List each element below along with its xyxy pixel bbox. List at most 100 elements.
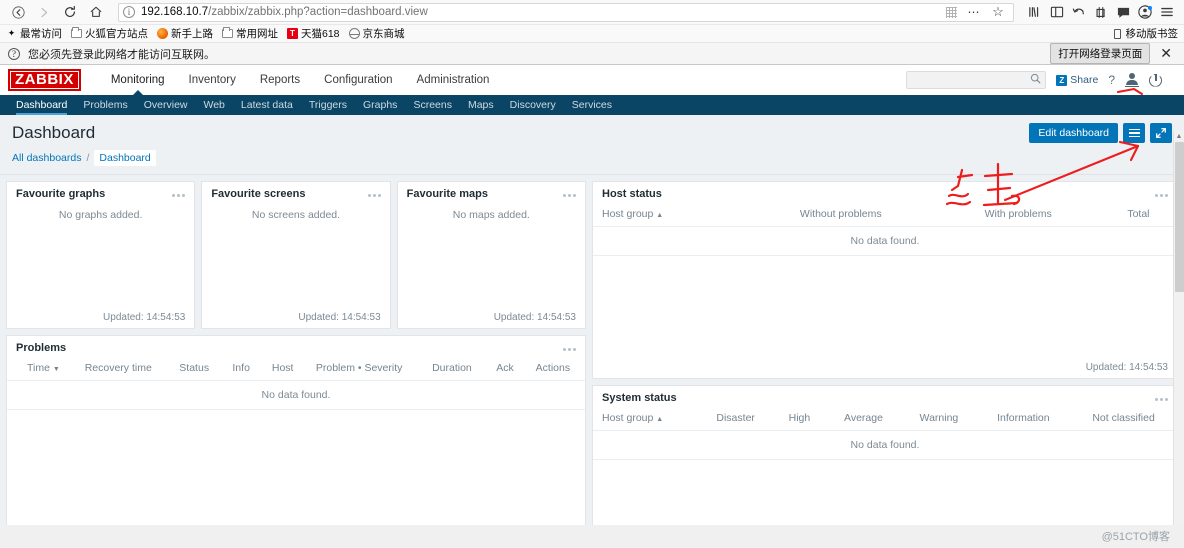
share-label: Share [1070,74,1099,86]
col-problem-severity[interactable]: Problem • Severity [306,359,424,381]
widget-menu-icon[interactable] [563,345,576,351]
zabbix-sub-nav: Dashboard Problems Overview Web Latest d… [0,95,1184,115]
page-scrollbar[interactable]: ▲ [1173,131,1184,525]
home-icon[interactable] [84,2,108,22]
back-icon[interactable] [6,2,30,22]
bookmark-item[interactable]: 火狐官方站点 [71,26,148,41]
col-actions[interactable]: Actions [526,359,585,381]
nav-monitoring[interactable]: Monitoring [99,65,177,95]
nav-administration[interactable]: Administration [405,65,502,95]
dashboard-menu-button[interactable] [1123,123,1145,143]
edit-dashboard-button[interactable]: Edit dashboard [1029,123,1118,143]
subnav-discovery[interactable]: Discovery [502,95,564,115]
col-total[interactable]: Total [1099,205,1177,227]
col-info[interactable]: Info [223,359,263,381]
nav-configuration[interactable]: Configuration [312,65,404,95]
breadcrumb-all-dashboards[interactable]: All dashboards [12,152,81,164]
nav-inventory[interactable]: Inventory [177,65,248,95]
col-information[interactable]: Information [976,409,1071,431]
table-header-row: Host group ▲ Disaster High Average Warni… [593,409,1177,431]
widget-menu-icon[interactable] [367,191,381,197]
table-header-row: Host group ▲ Without problems With probl… [593,205,1177,227]
undo-icon[interactable] [1068,2,1090,22]
col-host[interactable]: Host [262,359,307,381]
col-time[interactable]: Time ▼ [7,359,76,381]
power-signout-icon[interactable] [1149,73,1162,87]
widget-title: Favourite screens [211,188,306,200]
subnav-screens[interactable]: Screens [405,95,460,115]
col-ack[interactable]: Ack [487,359,527,381]
mobile-bookmarks-item[interactable]: 移动版书签 [1112,26,1178,41]
subnav-maps[interactable]: Maps [460,95,502,115]
col-not-classified[interactable]: Not classified [1070,409,1177,431]
chat-icon[interactable] [1112,2,1134,22]
col-host-group[interactable]: Host group ▲ [593,205,746,227]
sidebar-icon[interactable] [1046,2,1068,22]
widget-menu-icon[interactable] [1155,395,1168,401]
bookmark-item[interactable]: ✦ 最常访问 [6,26,62,41]
col-host-group[interactable]: Host group ▲ [593,409,699,431]
menu-icon[interactable] [1156,2,1178,22]
widget-menu-icon[interactable] [172,191,186,197]
scrollbar-thumb[interactable] [1175,142,1184,292]
widget-header: Favourite maps [398,182,585,205]
col-disaster[interactable]: Disaster [698,409,774,431]
url-bar[interactable]: i 192.168.10.7/zabbix/zabbix.php?action=… [118,2,1014,22]
subnav-latest-data[interactable]: Latest data [233,95,301,115]
page-info-icon[interactable]: i [123,6,135,18]
close-icon[interactable]: ✕ [1160,45,1176,62]
col-high[interactable]: High [773,409,826,431]
subnav-problems[interactable]: Problems [75,95,135,115]
search-box[interactable] [906,71,1047,89]
share-button[interactable]: Z Share [1056,74,1098,86]
page-actions-icon[interactable]: ⋯ [963,2,985,22]
widget-menu-icon[interactable] [1155,191,1168,197]
subnav-graphs[interactable]: Graphs [355,95,405,115]
col-recovery-time[interactable]: Recovery time [75,359,171,381]
folder-icon [222,27,233,39]
reader-grid-icon[interactable] [946,6,957,18]
col-warning[interactable]: Warning [901,409,977,431]
url-host: 192.168.10.7 [141,6,209,18]
widget-header: Host status [593,182,1177,205]
sort-caret-icon: ▲ [656,212,664,219]
search-input[interactable] [911,74,1031,86]
watermark: @51CTO博客 [1101,531,1170,543]
subnav-overview[interactable]: Overview [136,95,196,115]
bookmark-item[interactable]: 新手上路 [157,26,213,41]
subnav-services[interactable]: Services [564,95,620,115]
help-button[interactable]: ? [1108,73,1115,87]
url-bar-actions: ⋯ ☆ [946,2,1009,22]
open-network-login-button[interactable]: 打开网络登录页面 [1050,43,1151,64]
account-icon[interactable] [1134,2,1156,22]
scrollbar-up-arrow[interactable]: ▲ [1174,131,1184,142]
zabbix-logo[interactable]: ZABBIX [8,69,81,91]
reload-icon[interactable] [58,2,82,22]
star-icon[interactable]: ☆ [987,2,1009,22]
user-profile-icon[interactable] [1125,73,1139,87]
widget-menu-icon[interactable] [562,191,576,197]
subnav-web[interactable]: Web [196,95,233,115]
col-duration[interactable]: Duration [423,359,488,381]
subnav-dashboard[interactable]: Dashboard [8,95,75,115]
screenshot-icon[interactable] [1090,2,1112,22]
nav-reports[interactable]: Reports [248,65,312,95]
subnav-triggers[interactable]: Triggers [301,95,355,115]
share-badge-icon: Z [1056,74,1068,86]
bookmark-item[interactable]: T 天猫618 [287,26,340,41]
page-header-actions: Edit dashboard [1029,123,1172,143]
col-average[interactable]: Average [825,409,902,431]
page-title: Dashboard [12,123,96,142]
col-with-problems[interactable]: With problems [936,205,1100,227]
col-status[interactable]: Status [170,359,224,381]
breadcrumb-current[interactable]: Dashboard [94,150,156,166]
search-icon[interactable] [1030,73,1041,87]
firefox-icon [157,28,168,39]
col-without-problems[interactable]: Without problems [745,205,937,227]
fullscreen-button[interactable] [1150,123,1172,143]
bookmark-item[interactable]: 京东商城 [348,26,405,41]
bookmark-item[interactable]: 常用网址 [222,26,278,41]
bookmark-label: 最常访问 [20,28,62,40]
library-icon[interactable] [1024,2,1046,22]
dashboard-left-column: Favourite graphs No graphs added. Update… [6,181,586,525]
